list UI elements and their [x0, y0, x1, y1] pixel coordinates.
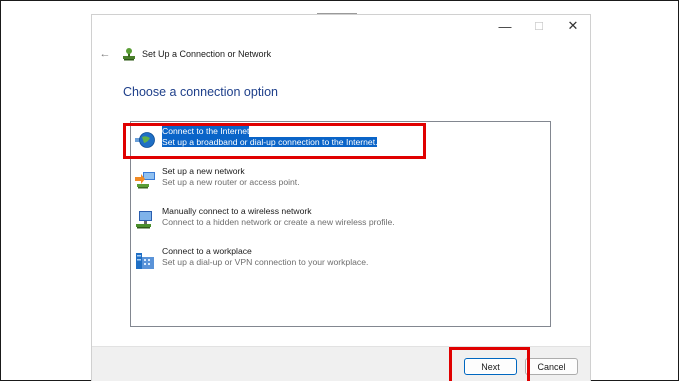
router-setup-icon — [135, 172, 155, 189]
option-new-network[interactable]: Set up a new network Set up a new router… — [134, 166, 300, 194]
wireless-computer-icon — [136, 211, 152, 229]
option-text: Connect to a workplace Set up a dial-up … — [162, 246, 368, 267]
workplace-building-icon — [136, 253, 154, 269]
minimize-button[interactable]: — — [488, 15, 522, 37]
option-workplace[interactable]: Connect to a workplace Set up a dial-up … — [134, 246, 368, 274]
option-title: Connect to a workplace — [162, 246, 252, 256]
maximize-button: ☐ — [534, 20, 544, 33]
option-manual-wireless[interactable]: Manually connect to a wireless network C… — [134, 206, 395, 234]
page-heading: Choose a connection option — [123, 85, 278, 99]
title-row: ← Set Up a Connection or Network — [98, 45, 271, 63]
window-controls: — ☐ ✕ — [488, 15, 590, 37]
top-edge-mark — [317, 13, 357, 14]
option-connect-internet[interactable]: Connect to the Internet Set up a broadba… — [134, 126, 378, 154]
close-button[interactable]: ✕ — [556, 15, 590, 37]
option-title: Manually connect to a wireless network — [162, 206, 312, 216]
next-button[interactable]: Next — [464, 358, 517, 375]
back-arrow-icon[interactable]: ← — [98, 48, 112, 60]
option-text: Manually connect to a wireless network C… — [162, 206, 395, 227]
option-description: Connect to a hidden network or create a … — [162, 216, 395, 227]
wizard-footer: Next Cancel — [92, 346, 590, 381]
globe-network-icon — [135, 132, 155, 148]
option-description: Set up a dial-up or VPN connection to yo… — [162, 256, 369, 267]
connection-wizard-window: — ☐ ✕ ← Set Up a Connection or Network C… — [91, 13, 591, 381]
connection-options-list: Connect to the Internet Set up a broadba… — [130, 121, 551, 327]
option-text: Set up a new network Set up a new router… — [162, 166, 300, 187]
option-description: Set up a new router or access point. — [162, 176, 300, 187]
option-title: Set up a new network — [162, 166, 245, 176]
network-setup-icon — [123, 48, 135, 61]
cancel-button[interactable]: Cancel — [525, 358, 578, 375]
option-title: Connect to the Internet — [162, 126, 250, 137]
option-text: Connect to the Internet Set up a broadba… — [162, 126, 378, 147]
option-description: Set up a broadband or dial-up connection… — [162, 136, 378, 147]
screen: — ☐ ✕ ← Set Up a Connection or Network C… — [0, 0, 679, 381]
window-title: Set Up a Connection or Network — [142, 49, 272, 59]
